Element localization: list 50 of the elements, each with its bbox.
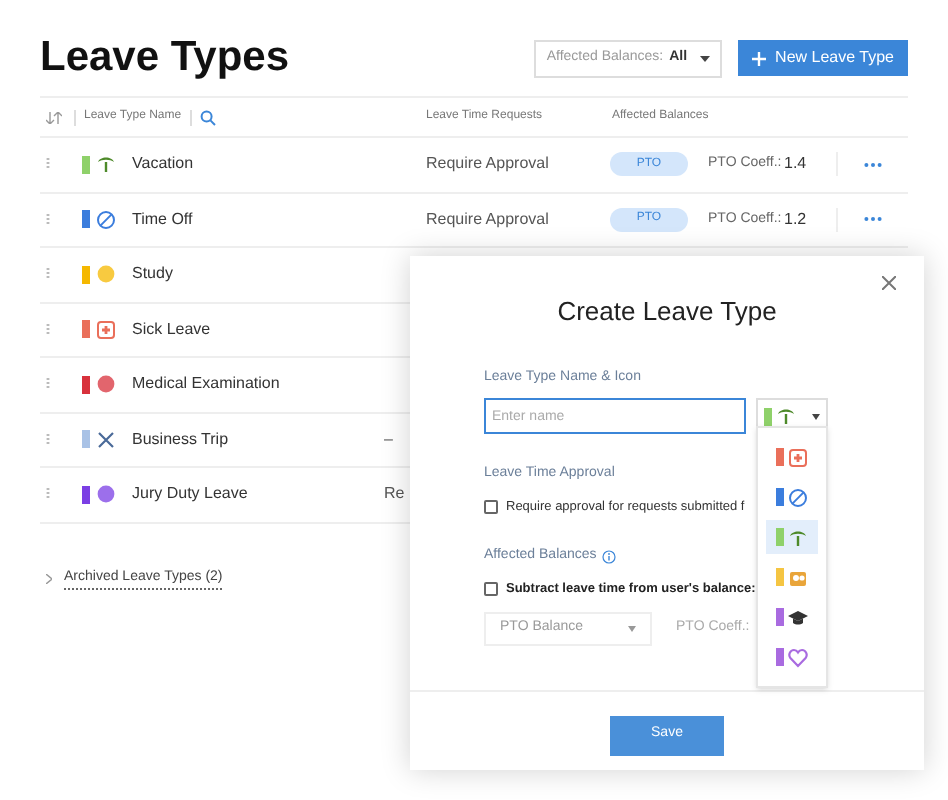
people-icon xyxy=(788,567,808,587)
drag-handle-icon[interactable] xyxy=(46,213,50,226)
leave-type-name[interactable]: Time Off xyxy=(132,207,193,232)
heart-icon xyxy=(788,647,808,667)
info-icon[interactable] xyxy=(602,550,617,564)
leave-type-name[interactable]: Business Trip xyxy=(132,427,229,452)
ban-icon xyxy=(96,209,116,230)
drag-handle-icon[interactable] xyxy=(46,378,50,391)
dialog-title: Create Leave Type xyxy=(555,294,779,330)
x-icon xyxy=(96,429,116,450)
caret-icon xyxy=(699,55,710,61)
sort-icon[interactable] xyxy=(46,111,62,123)
medical-cross-icon xyxy=(96,319,116,340)
requests-text: Require Approval xyxy=(426,152,549,177)
drag-handle-icon[interactable] xyxy=(46,158,50,171)
drag-handle-icon[interactable] xyxy=(46,433,50,446)
circle-icon xyxy=(96,484,116,505)
drag-handle-icon[interactable] xyxy=(46,268,50,281)
more-icon[interactable] xyxy=(864,216,882,223)
search-icon[interactable] xyxy=(199,109,216,125)
ban-icon xyxy=(788,487,808,507)
leave-type-name[interactable]: Medical Examination xyxy=(132,372,280,397)
checkbox[interactable] xyxy=(484,499,498,514)
palm-tree-icon xyxy=(776,406,796,426)
more-icon[interactable] xyxy=(864,161,882,168)
circle-icon xyxy=(96,264,116,285)
caret-icon xyxy=(812,413,820,419)
requests-text: – xyxy=(384,427,393,452)
requests-text: Require Approval xyxy=(426,207,549,232)
drag-handle-icon[interactable] xyxy=(46,323,50,336)
palm-tree-icon xyxy=(788,527,808,547)
new-leave-type-button[interactable]: New Leave Type xyxy=(737,40,908,76)
leave-type-name[interactable]: Jury Duty Leave xyxy=(132,482,248,507)
graduation-cap-icon xyxy=(788,607,808,627)
close-icon[interactable] xyxy=(882,276,896,290)
chevron-right-icon xyxy=(46,573,52,584)
drag-handle-icon[interactable] xyxy=(46,488,50,501)
medical-cross-icon xyxy=(788,447,808,467)
coeff-value: 1.4 xyxy=(784,152,807,177)
circle-icon xyxy=(96,374,116,395)
leave-type-name[interactable]: Vacation xyxy=(132,152,194,177)
checkbox[interactable] xyxy=(484,582,498,597)
requests-text: Re xyxy=(384,482,405,507)
leave-type-name[interactable]: Sick Leave xyxy=(132,317,211,342)
palm-tree-icon xyxy=(96,154,116,175)
plus-icon xyxy=(751,51,766,65)
page-title: Leave Types xyxy=(40,32,290,85)
caret-icon xyxy=(628,625,636,631)
coeff-value: 1.2 xyxy=(784,207,807,232)
leave-type-name[interactable]: Study xyxy=(132,262,173,287)
